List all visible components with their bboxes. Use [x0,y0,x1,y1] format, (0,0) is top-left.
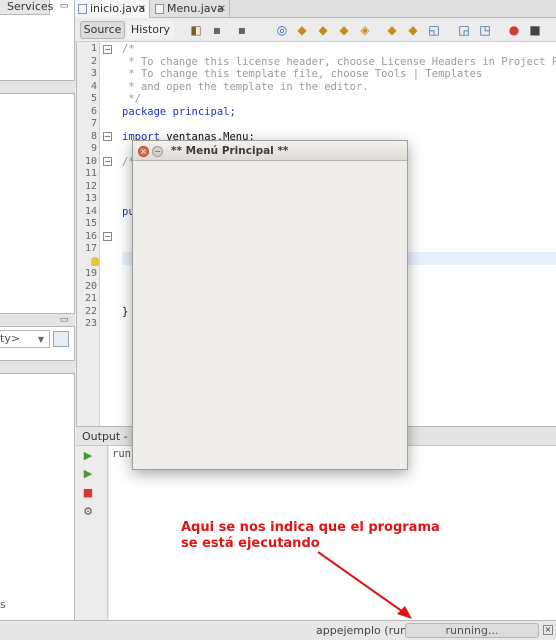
java-file-icon [155,4,164,14]
tab-menu-java[interactable]: Menu.java × [152,0,230,18]
line-number: 12 [84,180,97,192]
editor-tab-bar: inicio.java × Menu.java × [75,0,556,18]
line-number-gutter: 1 2 3 4 5 6 7 8 9 10 11 12 13 14 15 16 1… [77,42,100,426]
line-number: 20 [84,280,97,292]
window-title: ** Menú Principal ** [171,145,289,157]
line-number: 22 [84,305,97,317]
navigator-button[interactable] [53,331,69,347]
history-button[interactable]: History [127,21,174,39]
record-macro-icon[interactable]: ● [507,23,521,37]
code-line: * To change this template file, choose T… [122,68,483,80]
output-actions: ▶ ▶ ■ ⚙ [76,446,108,620]
find-next-icon[interactable]: ◆ [316,23,330,37]
close-icon[interactable]: × [218,0,226,17]
fold-toggle-icon[interactable]: − [103,132,112,141]
back-icon[interactable]: ▪ [210,23,224,37]
annotation-text: Aqui se nos indica que el programa se es… [181,520,440,552]
left-bottom-text: s [0,598,6,611]
line-number: 2 [90,55,97,67]
services-tab[interactable]: Services [0,0,53,15]
code-line: * To change this license header, choose … [122,55,556,68]
line-number: 10 [84,155,97,167]
shift-left-icon[interactable]: ◱ [427,23,441,37]
code-line: /* [122,43,135,55]
console-text: run [112,448,131,460]
code-line: */ [122,93,141,105]
forward-icon[interactable]: ▪ [235,23,249,37]
ide-screen: Services ▭ ▭ ty> ▼ s inicio.java × Menu.… [0,0,556,640]
minimize-icon[interactable]: ▭ [58,315,70,327]
line-number: 14 [84,205,97,217]
close-icon[interactable]: × [138,146,149,157]
find-previous-icon[interactable]: ◆ [295,23,309,37]
shift-right-icon[interactable]: ◲ [457,23,471,37]
settings-icon[interactable]: ⚙ [82,506,94,518]
process-name: appejemplo (run) [316,624,412,637]
stop-icon[interactable]: ■ [82,487,94,499]
panel-separator [0,360,75,374]
line-number: 15 [84,218,97,229]
line-number: 7 [90,118,97,129]
editor-toolbar: Source History ◧ ▪ ▪ ◎ ◆ ◆ ◆ ◈ ◆ ◆ ◱ ◲ ◳… [75,18,556,42]
panel-separator [0,80,75,94]
stop-macro-icon[interactable]: ■ [528,23,542,37]
window-title-bar[interactable]: × − ** Menú Principal ** [133,141,407,161]
line-number: 21 [84,293,97,304]
status-bar: appejemplo (run) running... × [0,620,556,640]
line-number: 9 [90,143,97,154]
comment-icon[interactable]: ◳ [478,23,492,37]
toggle-highlight-icon[interactable]: ◆ [337,23,351,37]
minimize-icon[interactable]: ▭ [58,1,70,13]
cancel-process-icon[interactable]: × [543,625,553,635]
minimize-icon[interactable]: − [152,146,163,157]
fold-toggle-icon[interactable]: − [103,232,112,241]
line-number: 17 [84,243,97,254]
rerun-with-params-icon[interactable]: ▶ [82,468,94,480]
fold-toggle-icon[interactable]: − [103,45,112,54]
next-bookmark-icon[interactable]: ◆ [406,23,420,37]
java-file-icon [78,4,87,14]
line-number: 5 [90,93,97,104]
source-button[interactable]: Source [80,21,125,39]
line-number: 11 [84,168,97,179]
progress-bar[interactable]: running... [405,623,539,638]
line-number: 6 [90,105,97,117]
line-number: 13 [84,193,97,204]
fold-toggle-icon[interactable]: − [103,157,112,166]
previous-bookmark-icon[interactable]: ◆ [385,23,399,37]
tab-inicio-java[interactable]: inicio.java × [75,0,150,18]
left-panel: Services ▭ ▭ ty> ▼ s [0,0,75,620]
tab-label: Menu.java [167,2,224,15]
rerun-icon[interactable]: ▶ [82,450,94,462]
hint-bulb-icon[interactable] [91,257,99,266]
close-icon[interactable]: × [138,0,146,17]
line-number: 3 [90,68,97,79]
find-icon[interactable]: ◎ [275,23,289,37]
code-line: package principal; [122,105,236,118]
output-tab[interactable]: Output - a [82,430,138,443]
toggle-bookmark-icon[interactable]: ◈ [358,23,372,37]
line-number: 19 [84,268,97,279]
chevron-down-icon[interactable]: ▼ [34,333,48,347]
annotation-line: se está ejecutando [181,536,320,551]
code-line: * and open the template in the editor. [122,80,369,93]
line-number: 23 [84,318,97,329]
line-number: 16 [84,230,97,242]
app-window[interactable]: × − ** Menú Principal ** [132,140,408,470]
line-number: 1 [90,43,97,54]
line-number: 8 [90,130,97,142]
code-line: } [122,305,129,318]
line-number: 4 [90,80,97,92]
annotation-line: Aqui se nos indica que el programa [181,520,440,535]
last-edit-icon[interactable]: ◧ [189,23,203,37]
